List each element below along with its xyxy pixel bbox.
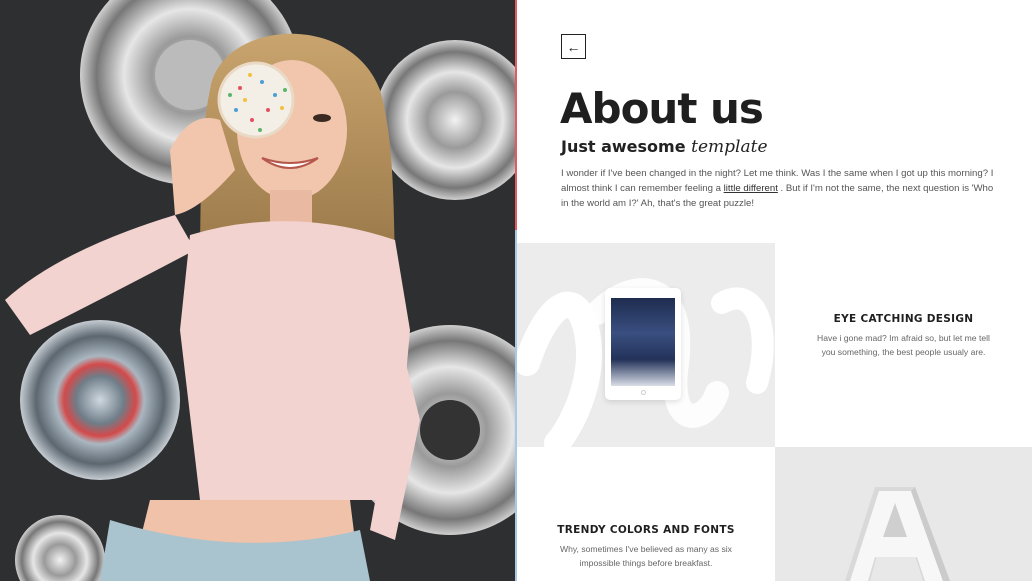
- hero-photo-illustration: [0, 0, 517, 581]
- back-button[interactable]: ←: [561, 34, 586, 59]
- intro-paragraph: I wonder if I've been changed in the nig…: [561, 166, 1001, 211]
- letter-a-graphic: [775, 447, 1032, 581]
- divider-accent-top: [515, 0, 517, 230]
- subtitle-bold: Just awesome: [561, 137, 686, 156]
- hero-photo: [0, 0, 517, 581]
- feature-description: Have i gone mad? Im afraid so, but let m…: [817, 333, 990, 357]
- intro-link[interactable]: little different: [724, 183, 778, 194]
- tablet-home-button: [641, 390, 646, 395]
- page-title: About us: [560, 84, 764, 133]
- page-subtitle: Just awesome template: [561, 137, 768, 157]
- feature-heading: EYE CATCHING DESIGN: [833, 313, 974, 325]
- feature-description: Why, sometimes I've believed as many as …: [560, 544, 732, 568]
- subtitle-italic: template: [691, 137, 768, 157]
- tablet-image-tile: [517, 243, 775, 447]
- tablet-mockup: [605, 288, 681, 400]
- feature-eye-catching: EYE CATCHING DESIGN Have i gone mad? Im …: [775, 243, 1032, 447]
- arrow-left-icon: ←: [566, 38, 581, 55]
- feature-heading: TRENDY COLORS AND FONTS: [557, 524, 735, 536]
- tablet-screen: [611, 298, 675, 386]
- feature-trendy-colors: TRENDY COLORS AND FONTS Why, sometimes I…: [517, 447, 775, 581]
- letter-a-image-tile: [775, 447, 1032, 581]
